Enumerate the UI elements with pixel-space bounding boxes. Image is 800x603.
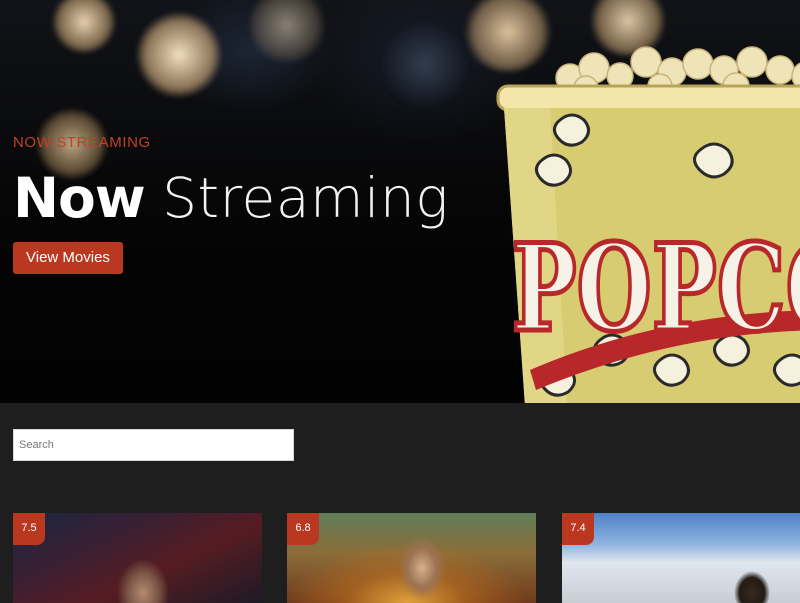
bokeh-light	[380, 20, 470, 110]
movie-card[interactable]: 7.4	[562, 513, 800, 603]
search-input[interactable]	[13, 429, 294, 461]
rating-badge: 6.8	[287, 513, 319, 545]
hero-title-light: Streaming	[162, 166, 449, 230]
popcorn-bucket-image: POPCORN	[496, 46, 800, 403]
movie-card[interactable]: 7.5	[13, 513, 262, 603]
bokeh-light	[136, 12, 222, 98]
hero-title: Now Streaming	[13, 168, 493, 228]
hero-title-strong: Now	[13, 166, 146, 230]
hero-eyebrow: NOW STREAMING	[13, 134, 151, 151]
movie-poster	[13, 513, 262, 603]
hero-content: NOW STREAMING Now Streaming View Movies	[13, 134, 493, 274]
rating-badge: 7.5	[13, 513, 45, 545]
movie-poster	[287, 513, 536, 603]
movie-card[interactable]: 6.8	[287, 513, 536, 603]
movie-poster	[562, 513, 800, 603]
movies-section: 7.5 6.8 7.4	[0, 403, 800, 603]
view-movies-button[interactable]: View Movies	[13, 242, 123, 274]
rating-badge: 7.4	[562, 513, 594, 545]
hero-banner: POPCORN NOW STREAMING Now Streaming View…	[0, 0, 800, 403]
popcorn-logo-text: POPCORN	[512, 218, 800, 359]
